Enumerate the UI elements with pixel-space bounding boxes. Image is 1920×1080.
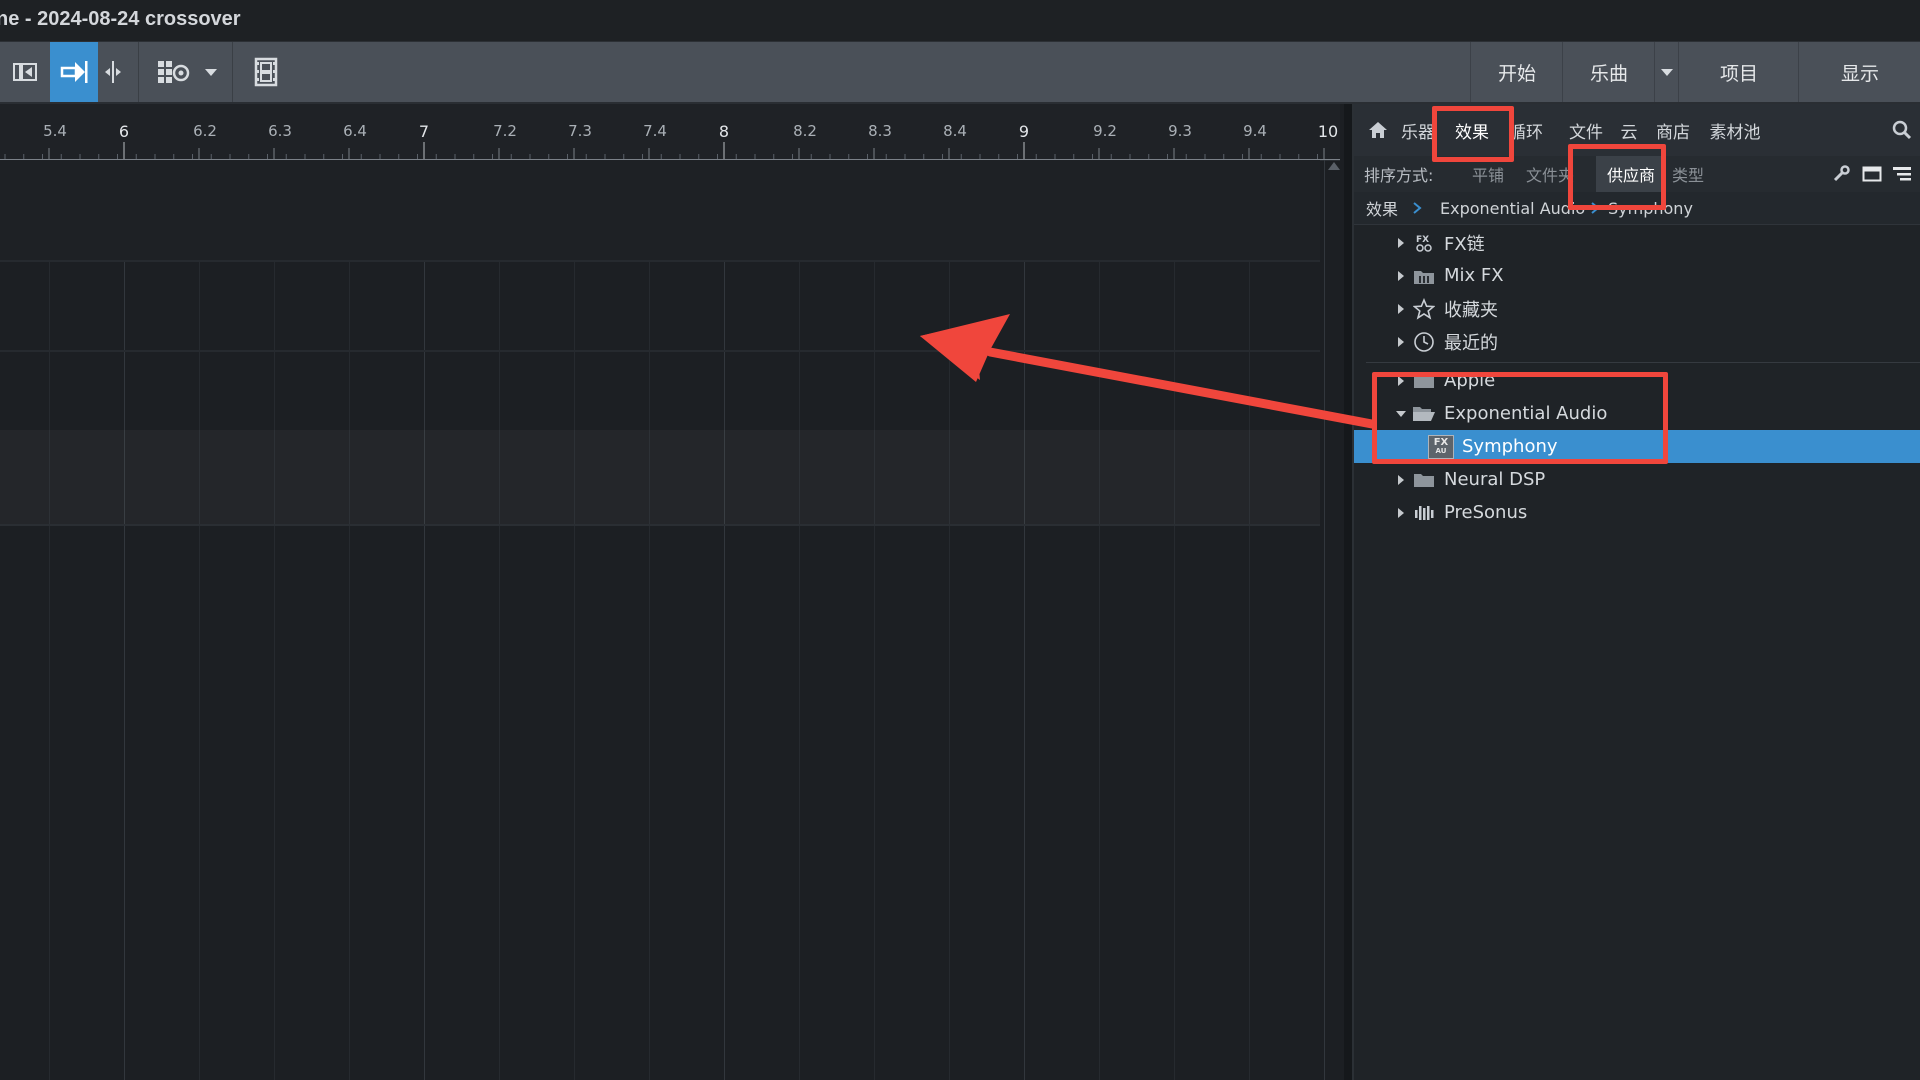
drag-arrow <box>920 314 1377 429</box>
